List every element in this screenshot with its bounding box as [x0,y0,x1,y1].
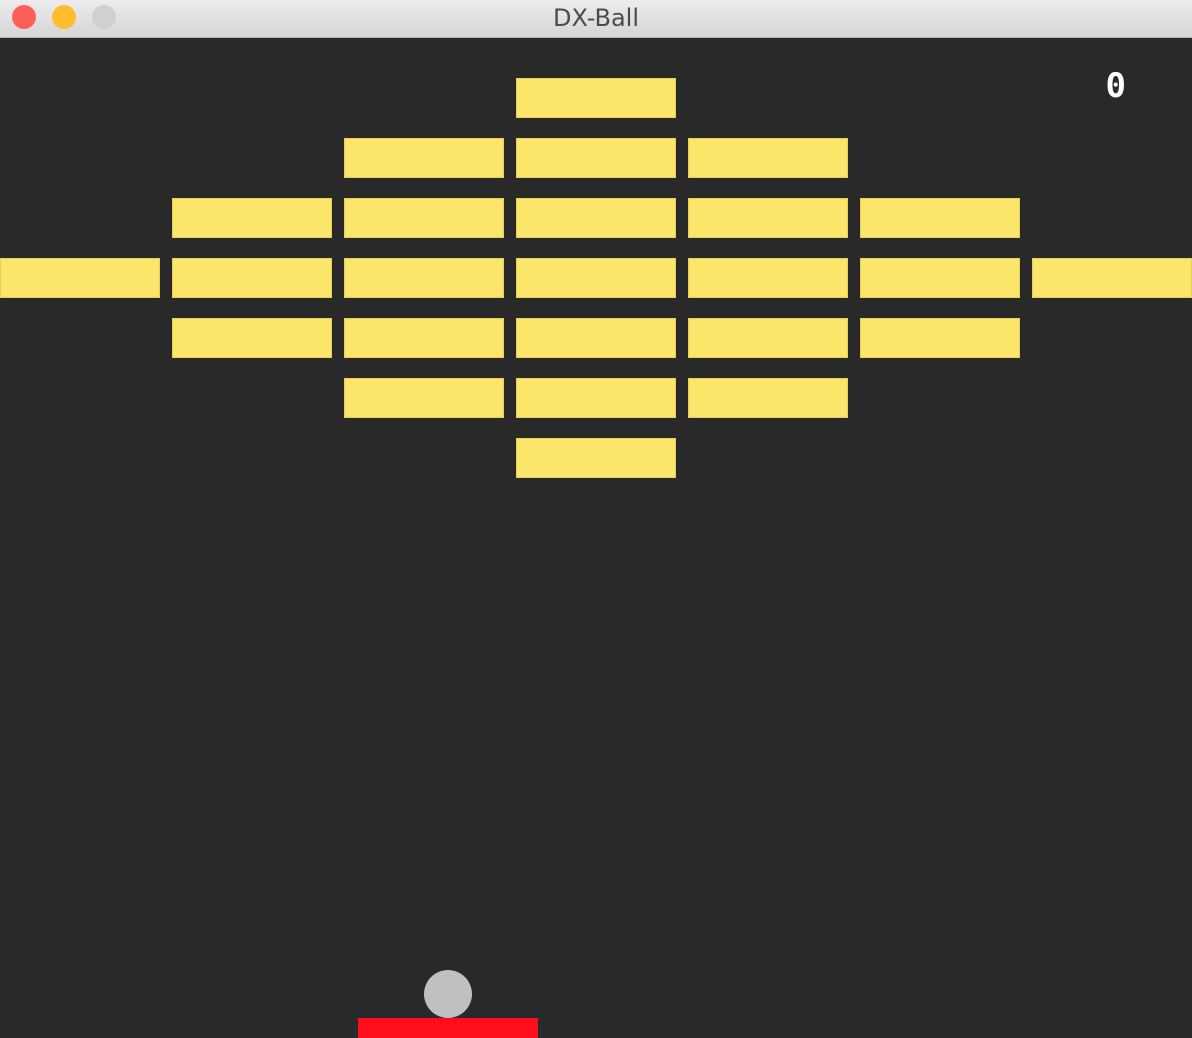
brick [516,138,676,178]
brick [1032,258,1192,298]
brick [688,198,848,238]
window-title: DX-Ball [552,4,640,32]
paddle[interactable] [358,1018,538,1038]
brick [516,318,676,358]
brick [688,378,848,418]
game-window: DX-Ball 0 [0,0,1192,1038]
brick [172,198,332,238]
brick [860,198,1020,238]
game-board[interactable]: 0 [0,38,1192,1038]
brick [688,258,848,298]
brick [344,138,504,178]
brick [344,378,504,418]
brick [860,318,1020,358]
brick [344,318,504,358]
ball [424,970,472,1018]
title-bar: DX-Ball [0,0,1192,38]
score-display: 0 [1105,66,1127,106]
brick [516,258,676,298]
brick [344,258,504,298]
brick [516,78,676,118]
brick [688,138,848,178]
brick [516,438,676,478]
brick [860,258,1020,298]
brick [516,378,676,418]
brick [344,198,504,238]
brick [0,258,160,298]
brick [688,318,848,358]
brick [172,318,332,358]
brick [516,198,676,238]
brick [172,258,332,298]
